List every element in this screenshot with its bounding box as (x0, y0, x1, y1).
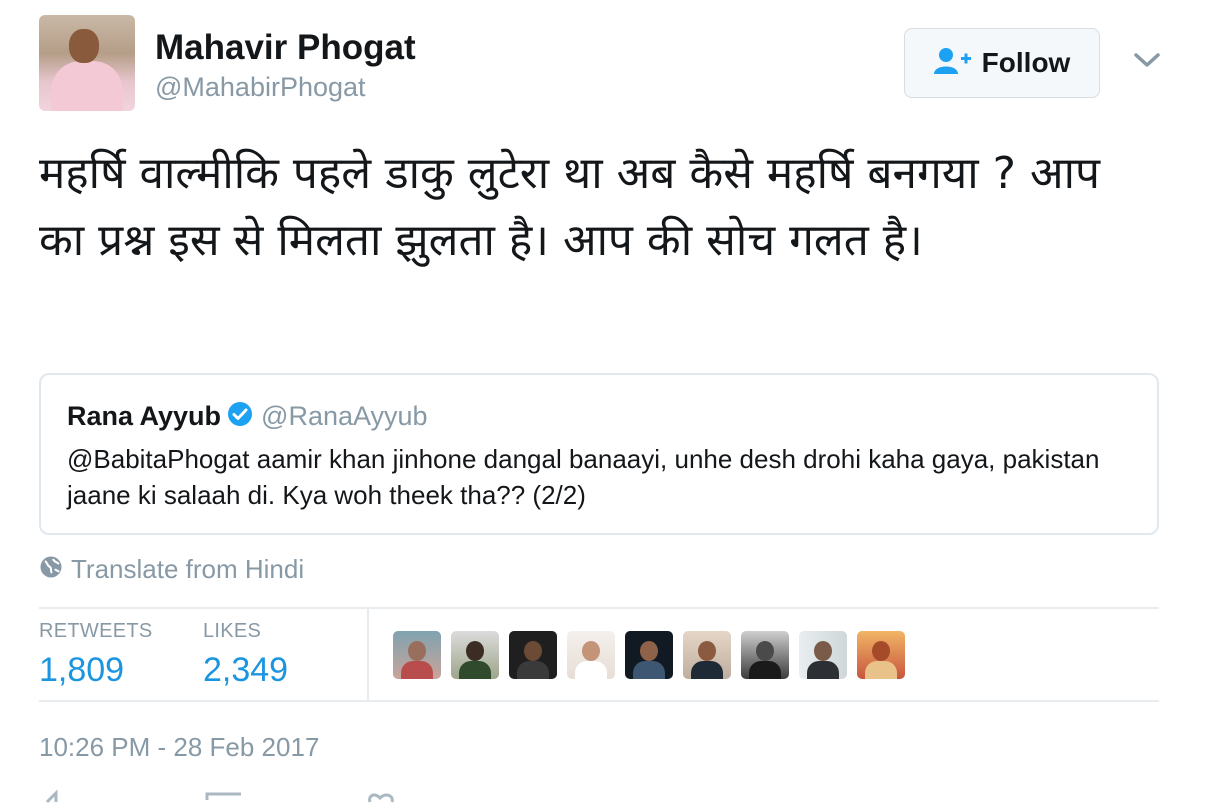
follow-button[interactable]: Follow (904, 28, 1100, 98)
follow-button-label: Follow (981, 47, 1071, 78)
tweet-timestamp[interactable]: 10:26 PM - 28 Feb 2017 (39, 732, 319, 763)
heart-icon[interactable] (366, 790, 398, 809)
stats-divider (367, 609, 369, 702)
likes-stat[interactable]: LIKES 2,349 (203, 620, 288, 690)
chevron-down-icon[interactable] (1130, 45, 1164, 75)
quoted-tweet-header: Rana Ayyub @RanaAyyub (67, 401, 428, 432)
liker-avatar[interactable] (799, 631, 847, 679)
author-avatar[interactable] (39, 15, 135, 111)
quoted-author-handle: @RanaAyyub (261, 401, 428, 431)
verified-badge-icon (227, 401, 253, 432)
retweet-icon[interactable] (205, 790, 245, 809)
quoted-tweet[interactable]: Rana Ayyub @RanaAyyub @BabitaPhogat aami… (39, 373, 1159, 535)
translate-link[interactable]: Translate from Hindi (39, 554, 304, 585)
liker-avatar[interactable] (857, 631, 905, 679)
likes-count: 2,349 (203, 651, 289, 689)
retweets-label: RETWEETS (39, 620, 153, 642)
liker-avatar[interactable] (451, 631, 499, 679)
likes-label: LIKES (203, 620, 262, 642)
liker-avatar[interactable] (393, 631, 441, 679)
retweets-count: 1,809 (39, 651, 125, 689)
quoted-author-name: Rana Ayyub (67, 401, 222, 431)
author-name[interactable]: Mahavir Phogat (155, 28, 416, 68)
follow-user-icon (933, 47, 972, 80)
liker-avatars (393, 631, 905, 679)
liker-avatar[interactable] (625, 631, 673, 679)
tweet-text: महर्षि वाल्मीकि पहले डाकु लुटेरा था अब क… (39, 148, 1100, 266)
liker-avatar[interactable] (567, 631, 615, 679)
author-handle[interactable]: @MahabirPhogat (155, 72, 366, 103)
reply-icon[interactable] (44, 789, 70, 809)
divider-bottom (39, 700, 1159, 702)
liker-avatar[interactable] (741, 631, 789, 679)
liker-avatar[interactable] (509, 631, 557, 679)
globe-icon (39, 555, 63, 584)
retweets-stat[interactable]: RETWEETS 1,809 (39, 620, 153, 690)
liker-avatar[interactable] (683, 631, 731, 679)
divider-top (39, 607, 1159, 609)
translate-label: Translate from Hindi (71, 554, 305, 584)
quoted-tweet-text: @BabitaPhogat aamir khan jinhone dangal … (67, 444, 1100, 510)
